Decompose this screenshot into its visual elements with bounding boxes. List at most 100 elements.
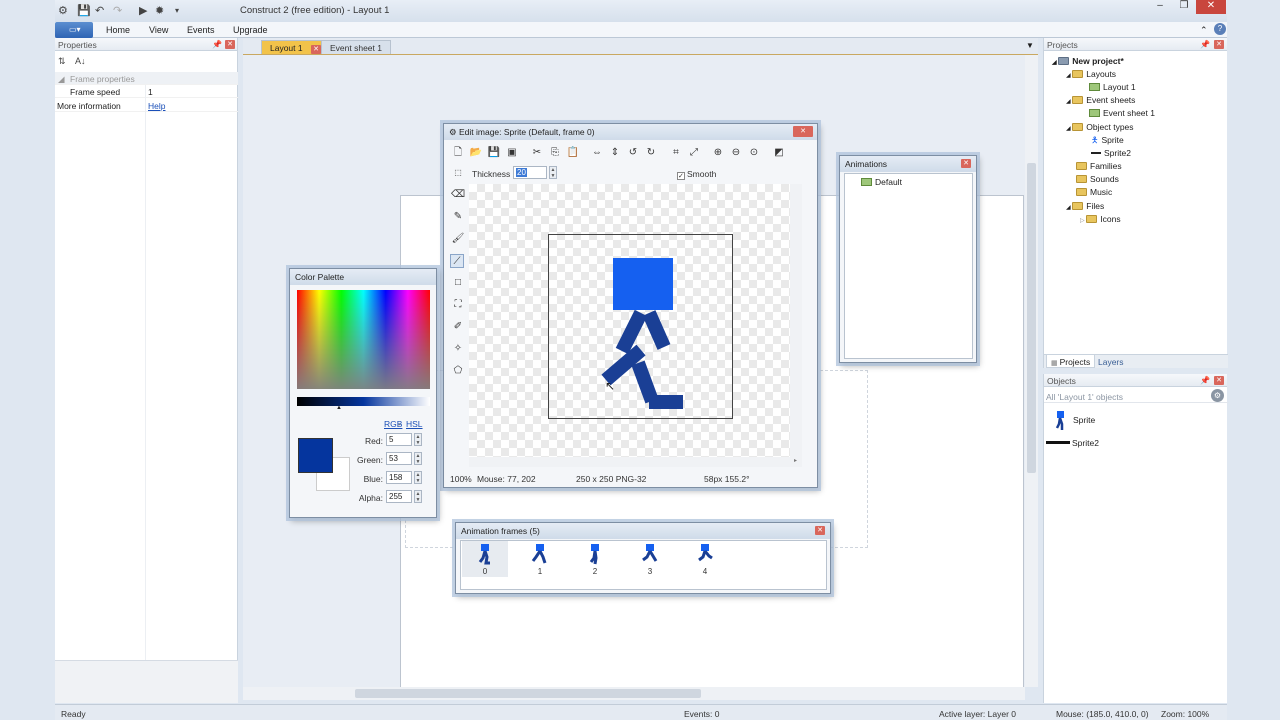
color-spectrum[interactable] (297, 290, 430, 389)
tree-node-sprite2[interactable]: Sprite2 (1091, 148, 1131, 158)
open-icon[interactable]: 📂 (469, 146, 483, 160)
redo-icon[interactable]: ↷ (113, 4, 122, 17)
help-link[interactable]: Help (148, 101, 165, 111)
tree-node-files[interactable]: ◢ Files (1066, 201, 1104, 211)
color-picker-icon[interactable]: ✐ (451, 320, 465, 334)
undo-icon[interactable]: ↶ (95, 4, 104, 17)
close-panel-icon[interactable]: ✕ (1214, 376, 1224, 385)
objects-filter-bar[interactable]: All 'Layout 1' objects ⚙ (1044, 389, 1228, 403)
tree-node-layouts[interactable]: ◢ Layouts (1066, 69, 1116, 79)
crop-icon[interactable]: ⌗ (669, 146, 683, 160)
frame-thumb-3[interactable]: 3 (627, 541, 673, 577)
pin-icon[interactable]: 📌 (1200, 40, 1210, 49)
tab-upgrade[interactable]: Upgrade (233, 25, 268, 35)
frame-thumb-1[interactable]: 1 (517, 541, 563, 577)
brush-icon[interactable]: 🖌 (451, 232, 465, 246)
thickness-input[interactable]: 20 (513, 166, 547, 179)
red-spinner[interactable]: ▲ ▼ (414, 433, 422, 446)
green-spinner[interactable]: ▲ ▼ (414, 452, 422, 465)
primary-color-swatch[interactable] (298, 438, 333, 473)
selection-icon[interactable]: ⬚ (451, 166, 465, 180)
scroll-right-icon[interactable]: ▸ (794, 457, 797, 464)
alpha-spinner[interactable]: ▲ ▼ (414, 490, 422, 503)
image-bounds[interactable] (548, 234, 733, 419)
tab-layout-1[interactable]: Layout 1 ✕ (261, 40, 330, 54)
close-edit-image-button[interactable]: ✕ (793, 126, 813, 137)
vertical-scrollbar[interactable] (1025, 55, 1038, 687)
horizontal-scroll-thumb[interactable] (355, 689, 701, 698)
close-window-button[interactable]: ✕ (1196, 0, 1226, 14)
help-icon[interactable]: ? (1214, 23, 1226, 35)
objects-filter-input[interactable]: All 'Layout 1' objects (1046, 392, 1123, 402)
hsl-mode-link[interactable]: HSL (406, 419, 423, 429)
ribbon-minimize-icon[interactable]: ⌃ (1200, 25, 1208, 36)
close-panel-icon[interactable]: ✕ (225, 40, 235, 49)
save-icon[interactable]: 💾 (77, 4, 91, 17)
run-icon[interactable]: ▶ (139, 4, 147, 17)
tab-home[interactable]: Home (106, 25, 130, 35)
image-points-icon[interactable]: ◩ (772, 146, 786, 160)
zoom-out-icon[interactable]: ⊖ (729, 146, 743, 160)
tree-node-project[interactable]: ◢ New project* (1052, 56, 1124, 66)
resize-icon[interactable]: ⤢ (687, 146, 701, 160)
tab-list-dropdown-icon[interactable]: ▼ (1026, 41, 1034, 50)
tree-node-event-sheets[interactable]: ◢ Event sheets (1066, 95, 1135, 105)
property-row-more-info[interactable]: More information Help (55, 99, 238, 112)
origin-point-icon[interactable]: ✧ (451, 342, 465, 356)
paste-icon[interactable]: 📋 (566, 146, 580, 160)
brightness-slider[interactable] (297, 397, 430, 406)
eraser-icon[interactable]: ⌫ (451, 188, 465, 202)
frame-thumb-2[interactable]: 2 (572, 541, 618, 577)
tree-node-object-types[interactable]: ◢ Object types (1066, 122, 1134, 132)
tab-event-sheet-1[interactable]: Event sheet 1 (321, 40, 391, 54)
thickness-spinner[interactable]: ▲ ▼ (549, 166, 557, 179)
image-canvas-area[interactable]: ↖ (469, 184, 802, 459)
blue-spinner[interactable]: ▲ ▼ (414, 471, 422, 484)
save-icon[interactable]: 💾 (487, 146, 501, 160)
tree-node-sounds[interactable]: Sounds (1076, 174, 1119, 184)
maximize-button[interactable]: ❐ (1172, 0, 1196, 14)
tree-node-event-sheet-1[interactable]: Event sheet 1 (1089, 108, 1155, 118)
animation-item-default[interactable]: Default (861, 177, 902, 187)
tab-projects[interactable]: ▦ Projects (1046, 355, 1096, 368)
property-row-frame-speed[interactable]: Frame speed 1 (55, 85, 238, 98)
tree-node-sprite[interactable]: 🯅 Sprite (1091, 135, 1124, 149)
tree-node-families[interactable]: Families (1076, 161, 1122, 171)
rotate-ccw-icon[interactable]: ↺ (626, 146, 640, 160)
smooth-checkbox[interactable]: ✓ Smooth (677, 169, 716, 180)
tree-node-music[interactable]: Music (1076, 187, 1112, 197)
customize-quick-access-icon[interactable]: ▾ (175, 6, 179, 15)
blue-input[interactable]: 158 (386, 471, 412, 484)
close-animation-frames-button[interactable]: ✕ (815, 526, 825, 535)
copy-icon[interactable]: ⎘ (548, 146, 562, 160)
close-tab-icon[interactable]: ✕ (311, 45, 321, 54)
frame-thumb-0[interactable]: 0 (462, 541, 508, 577)
animations-list[interactable]: Default (844, 173, 973, 359)
slider-marker-icon[interactable]: ▲ (336, 405, 342, 411)
property-value[interactable]: 1 (148, 87, 153, 97)
filter-options-icon[interactable]: ⚙ (1211, 389, 1224, 402)
mirror-icon[interactable]: ⇔ (590, 146, 604, 160)
properties-section[interactable]: ◢ Frame properties (55, 72, 238, 85)
sort-categorized-icon[interactable]: ⇅ (58, 56, 66, 67)
tab-layers[interactable]: Layers (1098, 357, 1124, 367)
cut-icon[interactable]: ✂ (530, 146, 544, 160)
flip-icon[interactable]: ⇕ (608, 146, 622, 160)
rotate-cw-icon[interactable]: ↻ (644, 146, 658, 160)
minimize-button[interactable]: – (1148, 0, 1172, 14)
app-logo-icon[interactable]: ⚙ (58, 4, 68, 17)
zoom-reset-icon[interactable]: ⊙ (747, 146, 761, 160)
debug-icon[interactable]: ✹ (155, 4, 164, 17)
pin-icon[interactable]: 📌 (212, 40, 222, 49)
new-icon[interactable]: 🗋 (451, 146, 465, 160)
close-animations-button[interactable]: ✕ (961, 159, 971, 168)
pin-icon[interactable]: 📌 (1200, 376, 1210, 385)
file-menu-button[interactable]: ▭▾ (55, 22, 93, 38)
frame-thumb-4[interactable]: 4 (682, 541, 728, 577)
object-item-sprite[interactable]: Sprite (1055, 411, 1095, 433)
red-input[interactable]: 5 (386, 433, 412, 446)
object-item-sprite2[interactable]: Sprite2 (1046, 438, 1099, 448)
collision-polygon-icon[interactable]: ⬠ (451, 364, 465, 378)
vertical-scroll-thumb[interactable] (1027, 163, 1036, 473)
alpha-input[interactable]: 255 (386, 490, 412, 503)
